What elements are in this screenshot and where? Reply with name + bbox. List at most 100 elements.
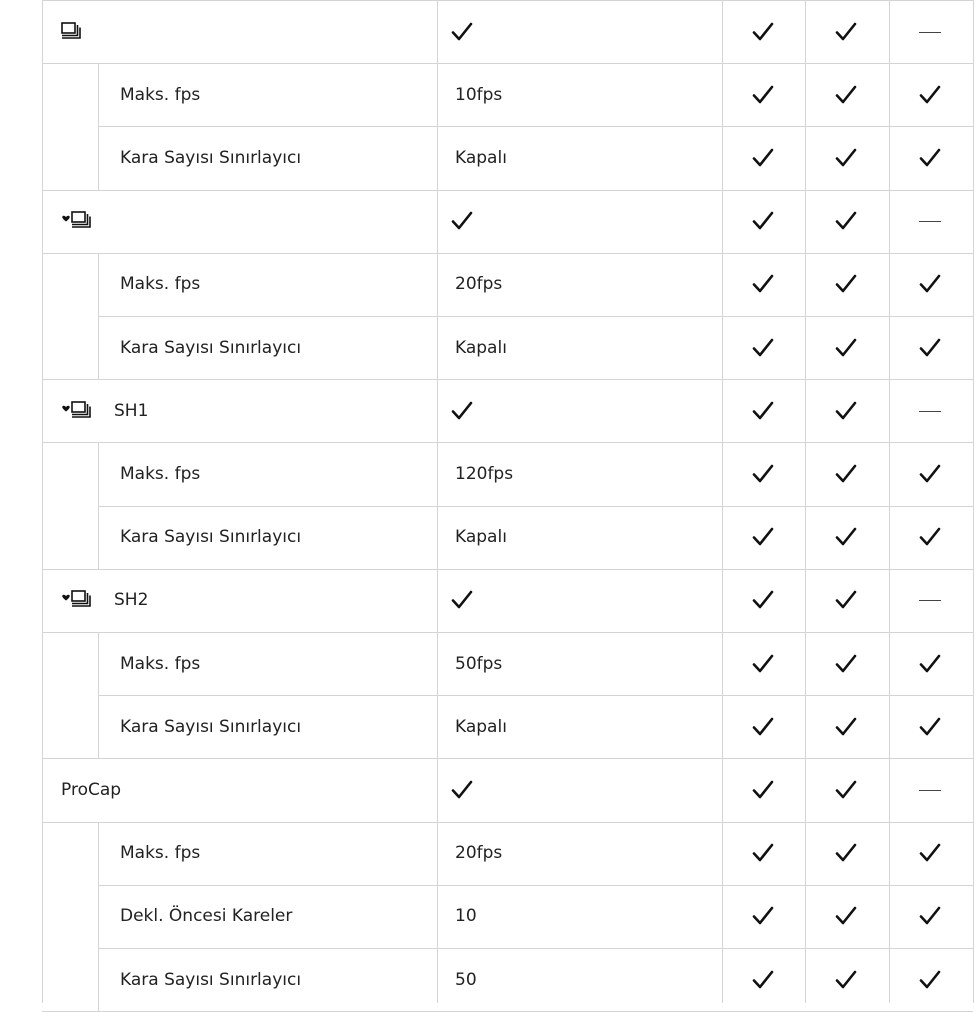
- setting-label: Maks. fps: [120, 274, 201, 294]
- column-divider-3: [889, 0, 890, 1003]
- check-icon: [919, 274, 941, 293]
- row-divider: [42, 253, 973, 254]
- setting-label: Kara Sayısı Sınırlayıcı: [120, 527, 302, 547]
- dash-icon: [919, 411, 941, 412]
- setting-label: Kara Sayısı Sınırlayıcı: [120, 717, 302, 737]
- row-divider: [42, 0, 973, 1]
- setting-label: Maks. fps: [120, 654, 201, 674]
- row-divider: [98, 506, 973, 507]
- row-divider: [42, 63, 973, 64]
- check-icon: [752, 211, 774, 230]
- setting-value: 10fps: [455, 85, 503, 105]
- setting-value: 20fps: [455, 274, 503, 294]
- check-icon: [919, 654, 941, 673]
- group-label: SH1: [114, 401, 149, 421]
- row-divider: [98, 316, 973, 317]
- check-icon: [835, 780, 857, 799]
- group-label: SH2: [114, 590, 149, 610]
- check-icon: [835, 85, 857, 104]
- check-icon: [752, 717, 774, 736]
- value-check-icon: [451, 22, 473, 41]
- dash-icon: [919, 32, 941, 33]
- column-divider-2: [805, 0, 806, 1003]
- row-divider: [42, 442, 973, 443]
- check-icon: [835, 211, 857, 230]
- check-icon: [919, 717, 941, 736]
- setting-label: Maks. fps: [120, 464, 201, 484]
- sub-row-indent-border: [98, 632, 99, 759]
- check-icon: [835, 590, 857, 609]
- sub-row-indent-border: [98, 821, 99, 1012]
- row-divider: [42, 758, 973, 759]
- sequential-shooting-icon: [61, 22, 81, 39]
- setting-label: Kara Sayısı Sınırlayıcı: [120, 338, 302, 358]
- setting-value: 20fps: [455, 843, 503, 863]
- check-icon: [919, 338, 941, 357]
- check-icon: [835, 338, 857, 357]
- check-icon: [752, 906, 774, 925]
- column-divider-value: [437, 0, 438, 1003]
- check-icon: [752, 338, 774, 357]
- check-icon: [919, 843, 941, 862]
- check-icon: [835, 717, 857, 736]
- dash-icon: [919, 221, 941, 222]
- check-icon: [835, 654, 857, 673]
- sub-row-indent-border: [98, 63, 99, 190]
- group-label: ProCap: [61, 780, 122, 800]
- check-icon: [752, 780, 774, 799]
- check-icon: [919, 906, 941, 925]
- setting-value: Kapalı: [455, 148, 507, 168]
- value-check-icon: [451, 590, 473, 609]
- table-left-border: [42, 0, 43, 1003]
- check-icon: [835, 527, 857, 546]
- setting-label: Kara Sayısı Sınırlayıcı: [120, 970, 302, 990]
- setting-value: 120fps: [455, 464, 514, 484]
- setting-label: Maks. fps: [120, 843, 201, 863]
- check-icon: [835, 906, 857, 925]
- row-divider: [98, 948, 973, 949]
- check-icon: [919, 85, 941, 104]
- setting-value: 50: [455, 970, 477, 990]
- check-icon: [835, 22, 857, 41]
- check-icon: [835, 274, 857, 293]
- setting-value: Kapalı: [455, 338, 507, 358]
- silent-sequential-shooting-icon: [62, 211, 91, 228]
- row-divider: [42, 190, 973, 191]
- check-icon: [752, 970, 774, 989]
- row-divider: [98, 126, 973, 127]
- check-icon: [919, 527, 941, 546]
- sub-row-indent-border: [98, 442, 99, 569]
- check-icon: [835, 464, 857, 483]
- table-right-border: [973, 0, 974, 1003]
- column-divider-1: [722, 0, 723, 1003]
- check-icon: [752, 22, 774, 41]
- check-icon: [752, 148, 774, 167]
- row-divider: [98, 695, 973, 696]
- dash-icon: [919, 600, 941, 601]
- row-divider: [42, 822, 973, 823]
- settings-table: Maks. fps 10fps Kara Sayısı Sınırlayıcı Kap…: [0, 0, 978, 1012]
- check-icon: [919, 970, 941, 989]
- check-icon: [835, 401, 857, 420]
- check-icon: [752, 590, 774, 609]
- value-check-icon: [451, 780, 473, 799]
- setting-value: Kapalı: [455, 527, 507, 547]
- check-icon: [752, 654, 774, 673]
- value-check-icon: [451, 401, 473, 420]
- setting-value: Kapalı: [455, 717, 507, 737]
- setting-value: 50fps: [455, 654, 503, 674]
- check-icon: [752, 843, 774, 862]
- row-divider: [98, 885, 973, 886]
- check-icon: [752, 527, 774, 546]
- check-icon: [919, 464, 941, 483]
- setting-label: Dekl. Öncesi Kareler: [120, 906, 293, 926]
- check-icon: [752, 464, 774, 483]
- setting-label: Kara Sayısı Sınırlayıcı: [120, 148, 302, 168]
- check-icon: [919, 148, 941, 167]
- row-divider: [42, 569, 973, 570]
- sub-row-indent-border: [98, 252, 99, 380]
- check-icon: [752, 274, 774, 293]
- check-icon: [752, 401, 774, 420]
- row-divider: [42, 379, 973, 380]
- dash-icon: [919, 790, 941, 791]
